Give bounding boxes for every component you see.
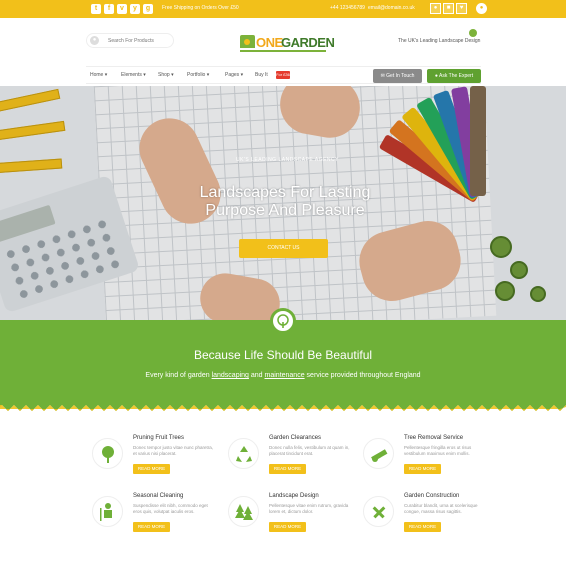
service-title[interactable]: Landscape Design [269,493,319,499]
service-title[interactable]: Tree Removal Service [404,435,463,441]
service-desc: Suspendisse elit nibh, commodo eget eros… [133,503,208,514]
hero-tagline: UK'S LEADING LANDSCAPE AGENCY [236,157,339,163]
service-desc: Pellentesque vitae enim rutrum, gravida … [269,503,349,514]
service-title[interactable]: Garden Clearances [269,435,321,441]
top-bar: t f v y g Free Shipping on Orders Over £… [0,0,566,18]
social-links: t f v y g [91,4,153,14]
hero-banner: UK'S LEADING LANDSCAPE AGENCY Landscapes… [0,86,566,320]
ask-expert-button[interactable]: ● Ask The Expert [427,69,481,83]
intro-band: Because Life Should Be Beautiful Every k… [0,308,566,405]
cart-icon[interactable]: ● [476,3,487,14]
logo-text-one: ONE [256,35,283,50]
tools-icon [363,496,394,527]
user-icon[interactable]: ● [430,3,441,14]
service-title[interactable]: Pruning Fruit Trees [133,435,184,441]
house-logo-icon [240,35,255,48]
phone-number[interactable]: +44 123456789 [330,5,365,11]
band-heading: Because Life Should Be Beautiful [193,348,373,362]
forest-icon [228,496,259,527]
nav-item-pages[interactable]: Pages ▾ [225,72,243,78]
logo-text-garden: GARDEN [281,35,335,50]
band-subtext: Every kind of garden landscaping and mai… [145,372,421,379]
vimeo-icon[interactable]: v [117,4,127,14]
maintenance-link[interactable]: maintenance [265,372,305,379]
heart-icon[interactable]: ♥ [456,3,467,14]
read-more-button[interactable]: READ MORE [269,522,306,532]
service-title[interactable]: Seasonal Cleaning [133,493,183,499]
hero-title: Landscapes For Lasting Purpose And Pleas… [199,184,371,219]
shipping-notice: Free Shipping on Orders Over £50 [162,5,239,11]
nav-item-shop[interactable]: Shop ▾ [158,72,174,78]
search-box[interactable]: ● Search For Products [86,33,174,48]
search-input[interactable]: Search For Products [108,38,154,44]
nav-item-buy[interactable]: Buy It [255,72,268,78]
tree-badge-icon [270,308,296,334]
service-desc: Curabitur blandit, urna at scelerisque c… [404,503,478,514]
leaf-icon [469,29,477,37]
nav-item-portfolio[interactable]: Portfolio ▾ [187,72,209,78]
logo-underline [240,50,326,52]
search-icon[interactable]: ● [90,36,99,45]
read-more-button[interactable]: READ MORE [404,522,441,532]
service-construction: Garden Construction Curabitur blandit, u… [363,493,493,548]
google-plus-icon[interactable]: g [143,4,153,14]
service-desc: Pellentesque fringilla eros ut risus ves… [404,445,472,456]
recycle-icon [228,438,259,469]
header-tagline: The UK's Leading Landscape Design [398,38,481,44]
nav-item-home[interactable]: Home ▾ [90,72,107,78]
read-more-button[interactable]: READ MORE [133,464,170,474]
service-seasonal: Seasonal Cleaning Suspendisse elit nibh,… [92,493,222,548]
facebook-icon[interactable]: f [104,4,114,14]
contact-us-button[interactable]: CONTACT US [239,239,328,258]
service-tree-removal: Tree Removal Service Pellentesque fringi… [363,435,493,490]
read-more-button[interactable]: READ MORE [404,464,441,474]
tree-icon [92,438,123,469]
lock-icon[interactable]: ■ [443,3,454,14]
sale-badge: For £36 [276,71,290,79]
email-address[interactable]: email@domain.co.uk [368,5,415,11]
zigzag-divider [0,399,566,411]
youtube-icon[interactable]: y [130,4,140,14]
chainsaw-icon [363,438,394,469]
nav-item-elements[interactable]: Elements ▾ [121,72,146,78]
twitter-icon[interactable]: t [91,4,101,14]
read-more-button[interactable]: READ MORE [133,522,170,532]
get-in-touch-button[interactable]: ✉ Get In Touch [373,69,422,83]
service-landscape-design: Landscape Design Pellentesque vitae enim… [228,493,358,548]
service-desc: Donec nulla felis, vestibulum at quam in… [269,445,350,456]
landscaping-link[interactable]: landscaping [212,372,249,379]
service-title[interactable]: Garden Construction [404,493,459,499]
site-logo[interactable]: ONE GARDEN [240,33,335,53]
read-more-button[interactable]: READ MORE [269,464,306,474]
gardener-icon [92,496,123,527]
service-desc: Donec tempor justo vitae nunc pharetra, … [133,445,214,456]
account-icons: ● ■ ♥ [430,3,467,14]
service-pruning: Pruning Fruit Trees Donec tempor justo v… [92,435,222,490]
service-clearances: Garden Clearances Donec nulla felis, ves… [228,435,358,490]
